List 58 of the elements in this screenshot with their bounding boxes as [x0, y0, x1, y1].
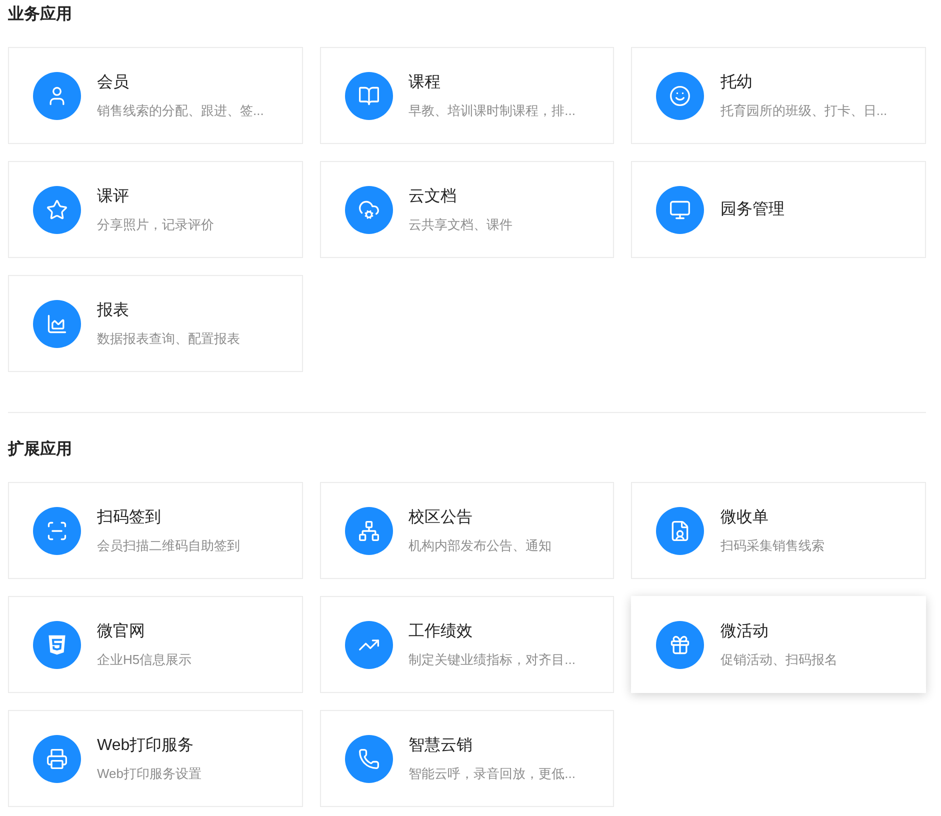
smile-icon — [669, 84, 692, 106]
app-name: 报表 — [97, 300, 130, 320]
app-description: 企业H5信息展示 — [97, 650, 192, 668]
app-description: 智能云呼，录音回放，更低... — [408, 764, 576, 782]
app-name: 微活动 — [720, 622, 770, 642]
app-name: 课程 — [408, 72, 442, 92]
app-name: 校区公告 — [408, 508, 474, 528]
app-description: 销售线索的分配、跟进、签... — [97, 102, 264, 120]
section-title: 扩展应用 — [8, 439, 73, 460]
app-description: Web打印服务设置 — [97, 764, 202, 782]
scan-icon — [46, 520, 68, 542]
app-name: 会员 — [97, 72, 130, 92]
network-icon — [358, 520, 380, 542]
app-card[interactable]: Web打印服务 Web打印服务设置 — [8, 710, 303, 807]
app-card[interactable]: 会员 销售线索的分配、跟进、签... — [8, 47, 303, 144]
app-name: Web打印服务 — [97, 736, 195, 756]
app-description: 机构内部发布公告、通知 — [408, 536, 552, 554]
app-name: 课评 — [97, 186, 130, 206]
app-description: 云共享文档、课件 — [408, 216, 513, 234]
app-card[interactable]: 云文档 云共享文档、课件 — [320, 161, 614, 258]
app-description: 促销活动、扫码报名 — [720, 650, 838, 668]
app-description: 分享照片，记录评价 — [97, 216, 214, 234]
app-card[interactable]: 报表 数据报表查询、配置报表 — [8, 275, 303, 372]
app-card[interactable]: 园务管理 — [631, 161, 926, 258]
book-icon — [358, 84, 380, 106]
app-card[interactable]: 智慧云销 智能云呼，录音回放，更低... — [320, 710, 614, 807]
app-card[interactable]: 微活动 促销活动、扫码报名 — [631, 596, 926, 693]
app-card[interactable]: 微收单 扫码采集销售线索 — [631, 482, 926, 579]
app-card[interactable]: 课评 分享照片，记录评价 — [8, 161, 303, 258]
app-name: 园务管理 — [720, 200, 784, 220]
gift-icon — [669, 634, 692, 656]
app-name: 微官网 — [97, 622, 146, 642]
app-name: 工作绩效 — [408, 622, 474, 642]
app-name: 智慧云销 — [408, 736, 474, 756]
app-description: 托育园所的班级、打卡、日... — [720, 102, 888, 120]
app-name: 扫码签到 — [97, 508, 162, 528]
app-description: 会员扫描二维码自助签到 — [97, 536, 240, 554]
area-chart-icon — [46, 312, 68, 334]
app-description: 扫码采集销售线索 — [720, 536, 824, 554]
app-description: 数据报表查询、配置报表 — [97, 330, 240, 348]
section-title: 业务应用 — [8, 4, 73, 25]
app-card[interactable]: 课程 早教、培训课时制课程，排... — [320, 47, 614, 144]
app-card[interactable]: 托幼 托育园所的班级、打卡、日... — [631, 47, 926, 144]
app-description: 早教、培训课时制课程，排... — [408, 102, 576, 120]
app-card[interactable]: 微官网 企业H5信息展示 — [8, 596, 303, 693]
app-card[interactable]: 校区公告 机构内部发布公告、通知 — [320, 482, 614, 579]
app-name: 云文档 — [408, 186, 458, 206]
cloud-icon — [358, 198, 380, 220]
printer-icon — [46, 748, 68, 770]
app-description: 制定关键业绩指标，对齐目... — [408, 650, 576, 668]
monitor-icon — [669, 198, 692, 220]
app-card[interactable]: 扫码签到 会员扫描二维码自助签到 — [8, 482, 303, 579]
app-card[interactable]: 工作绩效 制定关键业绩指标，对齐目... — [320, 596, 614, 693]
app-name: 托幼 — [720, 72, 754, 92]
app-name: 微收单 — [720, 508, 770, 528]
html5-icon — [46, 634, 68, 656]
phone-icon — [358, 748, 380, 770]
star-icon — [46, 198, 68, 220]
